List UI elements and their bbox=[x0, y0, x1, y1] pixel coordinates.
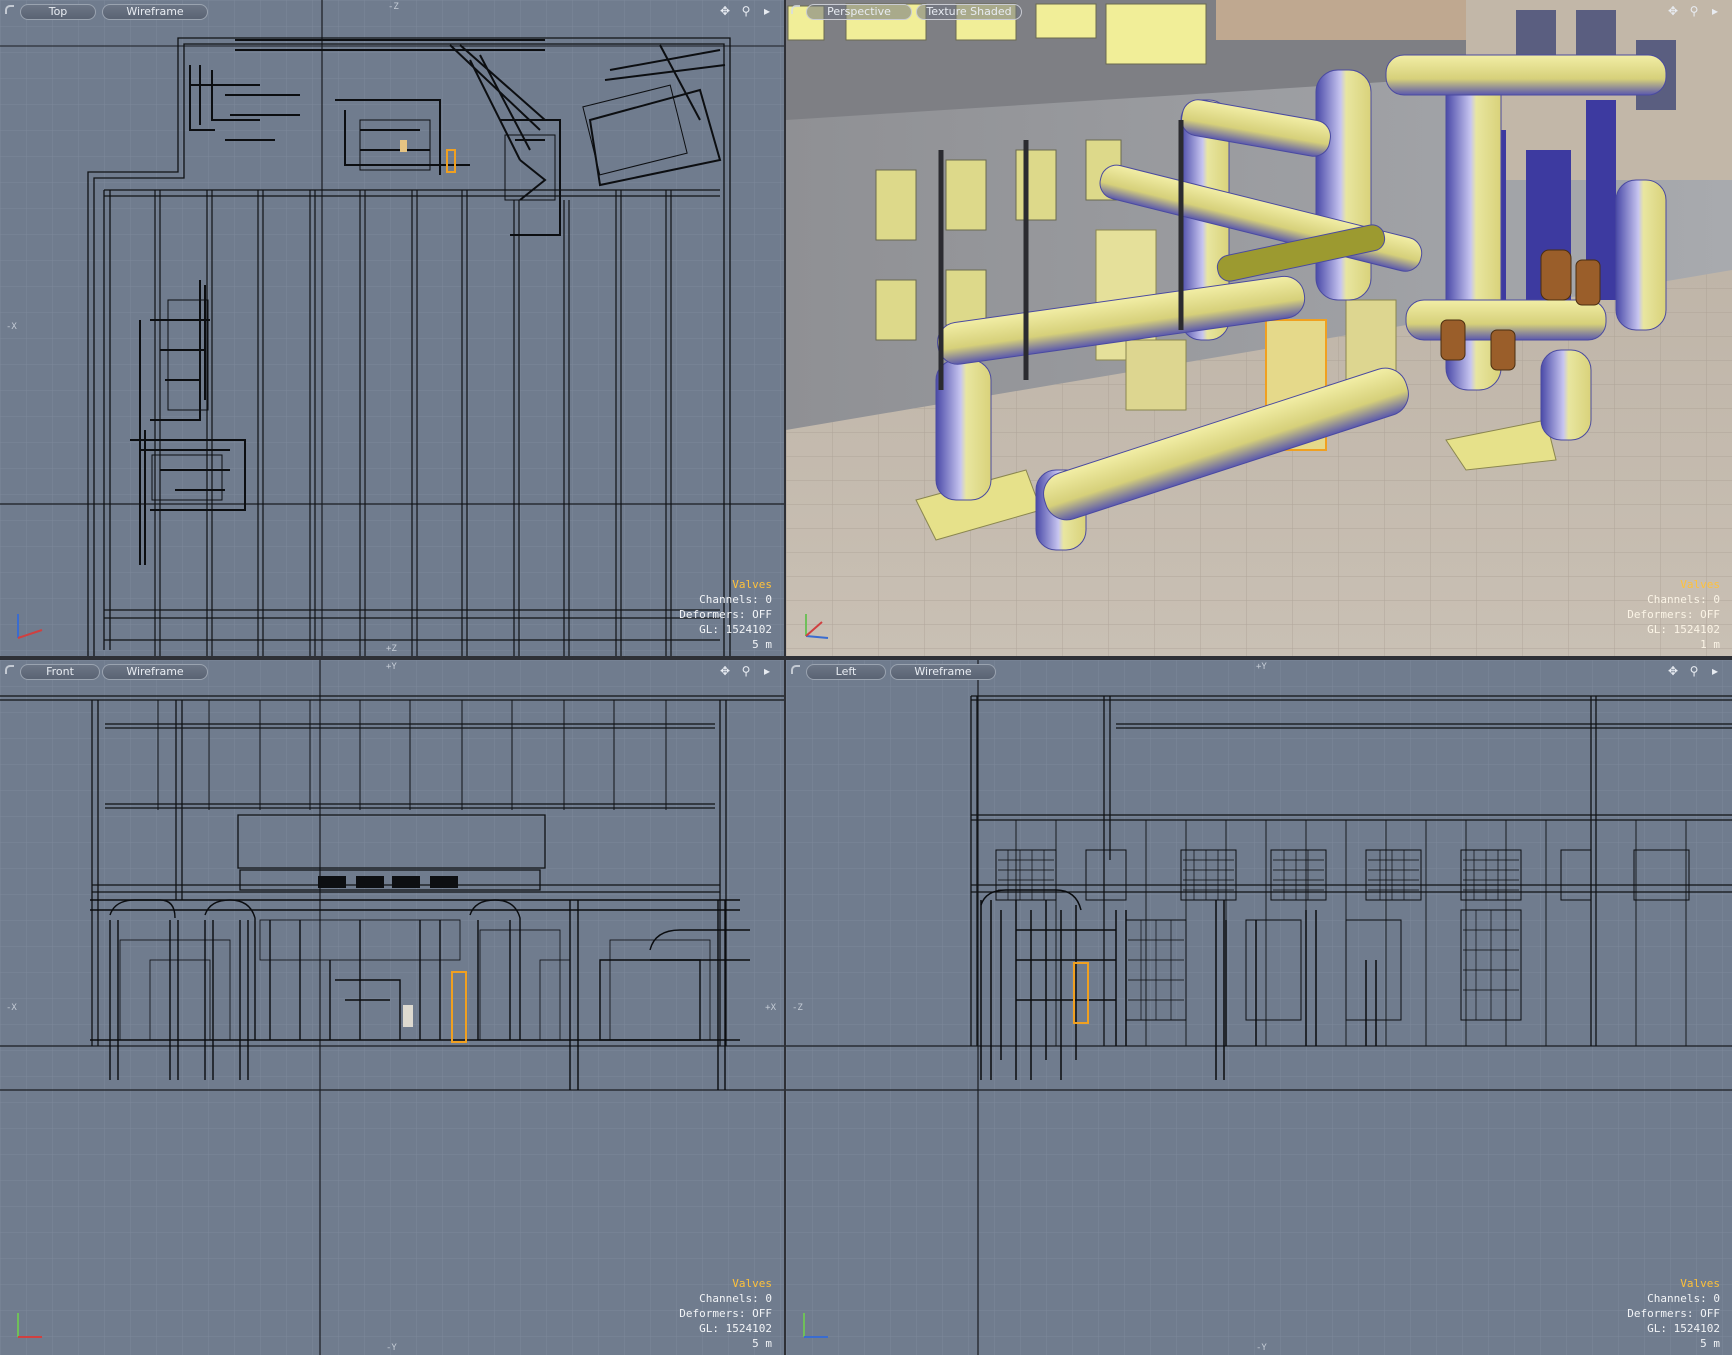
top-viewport[interactable]: Top Wireframe ✥ ⚲ ▸ -Z -X +Z Valves Chan… bbox=[0, 0, 784, 656]
grid-scale: 5 m bbox=[752, 1337, 772, 1350]
left-viewport[interactable]: Left Wireframe ✥ ⚲ ▸ +Y -Z -Y Valves Cha… bbox=[786, 660, 1732, 1355]
viewport-menu-corner-icon[interactable] bbox=[5, 665, 14, 674]
move-icon[interactable]: ✥ bbox=[718, 4, 732, 18]
perspective-viewport-header: Perspective Texture Shaded ✥ ⚲ ▸ bbox=[786, 0, 1732, 22]
render-mode-button[interactable]: Texture Shaded bbox=[916, 4, 1022, 20]
gl-polycount: GL: 1524102 bbox=[699, 623, 772, 636]
selected-object-name: Valves bbox=[732, 578, 772, 591]
viewport-info: Valves Channels: 0 Deformers: OFF GL: 15… bbox=[679, 577, 772, 652]
arrow-right-icon[interactable]: ▸ bbox=[1708, 4, 1722, 18]
gl-polycount: GL: 1524102 bbox=[1647, 1322, 1720, 1335]
render-mode-button[interactable]: Wireframe bbox=[890, 664, 996, 680]
perspective-render-canvas[interactable] bbox=[786, 0, 1732, 656]
viewport-tools: ✥ ⚲ ▸ bbox=[1666, 664, 1722, 678]
magnify-icon[interactable]: ⚲ bbox=[739, 664, 753, 678]
viewport-menu-corner-icon[interactable] bbox=[791, 5, 800, 14]
front-wireframe-canvas[interactable] bbox=[0, 660, 784, 1355]
move-icon[interactable]: ✥ bbox=[1666, 4, 1680, 18]
gl-polycount: GL: 1524102 bbox=[1647, 623, 1720, 636]
channels-count: Channels: 0 bbox=[699, 593, 772, 606]
arrow-right-icon[interactable]: ▸ bbox=[760, 4, 774, 18]
magnify-icon[interactable]: ⚲ bbox=[739, 4, 753, 18]
selected-object-name: Valves bbox=[732, 1277, 772, 1290]
axis-label-left: -X bbox=[6, 322, 17, 332]
render-mode-button[interactable]: Wireframe bbox=[102, 4, 208, 20]
perspective-viewport[interactable]: Perspective Texture Shaded ✥ ⚲ ▸ Valves … bbox=[786, 0, 1732, 656]
axis-label-bottom: +Z bbox=[386, 644, 397, 654]
axis-label-right: +X bbox=[765, 1003, 776, 1013]
arrow-right-icon[interactable]: ▸ bbox=[1708, 664, 1722, 678]
axis-gizmo-icon bbox=[805, 614, 829, 639]
axis-label-top: -Z bbox=[388, 2, 399, 12]
axis-label-bottom: -Y bbox=[386, 1343, 397, 1353]
grid-scale: 1 m bbox=[1700, 638, 1720, 651]
axis-label-left: -X bbox=[6, 1003, 17, 1013]
view-type-button[interactable]: Left bbox=[806, 664, 886, 680]
deformers-status: Deformers: OFF bbox=[679, 1307, 772, 1320]
viewport-info: Valves Channels: 0 Deformers: OFF GL: 15… bbox=[679, 1276, 772, 1351]
axis-gizmo-icon bbox=[803, 1313, 828, 1338]
gl-polycount: GL: 1524102 bbox=[699, 1322, 772, 1335]
grid-scale: 5 m bbox=[752, 638, 772, 651]
viewport-menu-corner-icon[interactable] bbox=[791, 665, 800, 674]
viewport-tools: ✥ ⚲ ▸ bbox=[718, 4, 774, 18]
channels-count: Channels: 0 bbox=[1647, 593, 1720, 606]
left-wireframe-canvas[interactable] bbox=[786, 660, 1732, 1355]
top-wireframe-canvas[interactable] bbox=[0, 0, 784, 656]
magnify-icon[interactable]: ⚲ bbox=[1687, 664, 1701, 678]
selected-object-name: Valves bbox=[1680, 1277, 1720, 1290]
channels-count: Channels: 0 bbox=[1647, 1292, 1720, 1305]
grid-scale: 5 m bbox=[1700, 1337, 1720, 1350]
deformers-status: Deformers: OFF bbox=[1627, 608, 1720, 621]
deformers-status: Deformers: OFF bbox=[679, 608, 772, 621]
move-icon[interactable]: ✥ bbox=[1666, 664, 1680, 678]
viewport-tools: ✥ ⚲ ▸ bbox=[1666, 4, 1722, 18]
axis-label-left: -Z bbox=[792, 1003, 803, 1013]
magnify-icon[interactable]: ⚲ bbox=[1687, 4, 1701, 18]
axis-gizmo-icon bbox=[17, 614, 43, 639]
deformers-status: Deformers: OFF bbox=[1627, 1307, 1720, 1320]
render-mode-button[interactable]: Wireframe bbox=[102, 664, 208, 680]
move-icon[interactable]: ✥ bbox=[718, 664, 732, 678]
axis-label-top: +Y bbox=[386, 662, 397, 672]
viewport-info: Valves Channels: 0 Deformers: OFF GL: 15… bbox=[1627, 577, 1720, 652]
axis-gizmo-icon bbox=[17, 1313, 42, 1338]
selected-object-name: Valves bbox=[1680, 578, 1720, 591]
axis-label-bottom: -Y bbox=[1256, 1343, 1267, 1353]
front-viewport[interactable]: Front Wireframe ✥ ⚲ ▸ +Y -X +X -Y Valves… bbox=[0, 660, 784, 1355]
view-type-button[interactable]: Top bbox=[20, 4, 96, 20]
arrow-right-icon[interactable]: ▸ bbox=[760, 664, 774, 678]
view-type-button[interactable]: Perspective bbox=[806, 4, 912, 20]
channels-count: Channels: 0 bbox=[699, 1292, 772, 1305]
viewport-info: Valves Channels: 0 Deformers: OFF GL: 15… bbox=[1627, 1276, 1720, 1351]
axis-label-top: +Y bbox=[1256, 662, 1267, 672]
view-type-button[interactable]: Front bbox=[20, 664, 100, 680]
viewport-tools: ✥ ⚲ ▸ bbox=[718, 664, 774, 678]
viewport-menu-corner-icon[interactable] bbox=[5, 5, 14, 14]
